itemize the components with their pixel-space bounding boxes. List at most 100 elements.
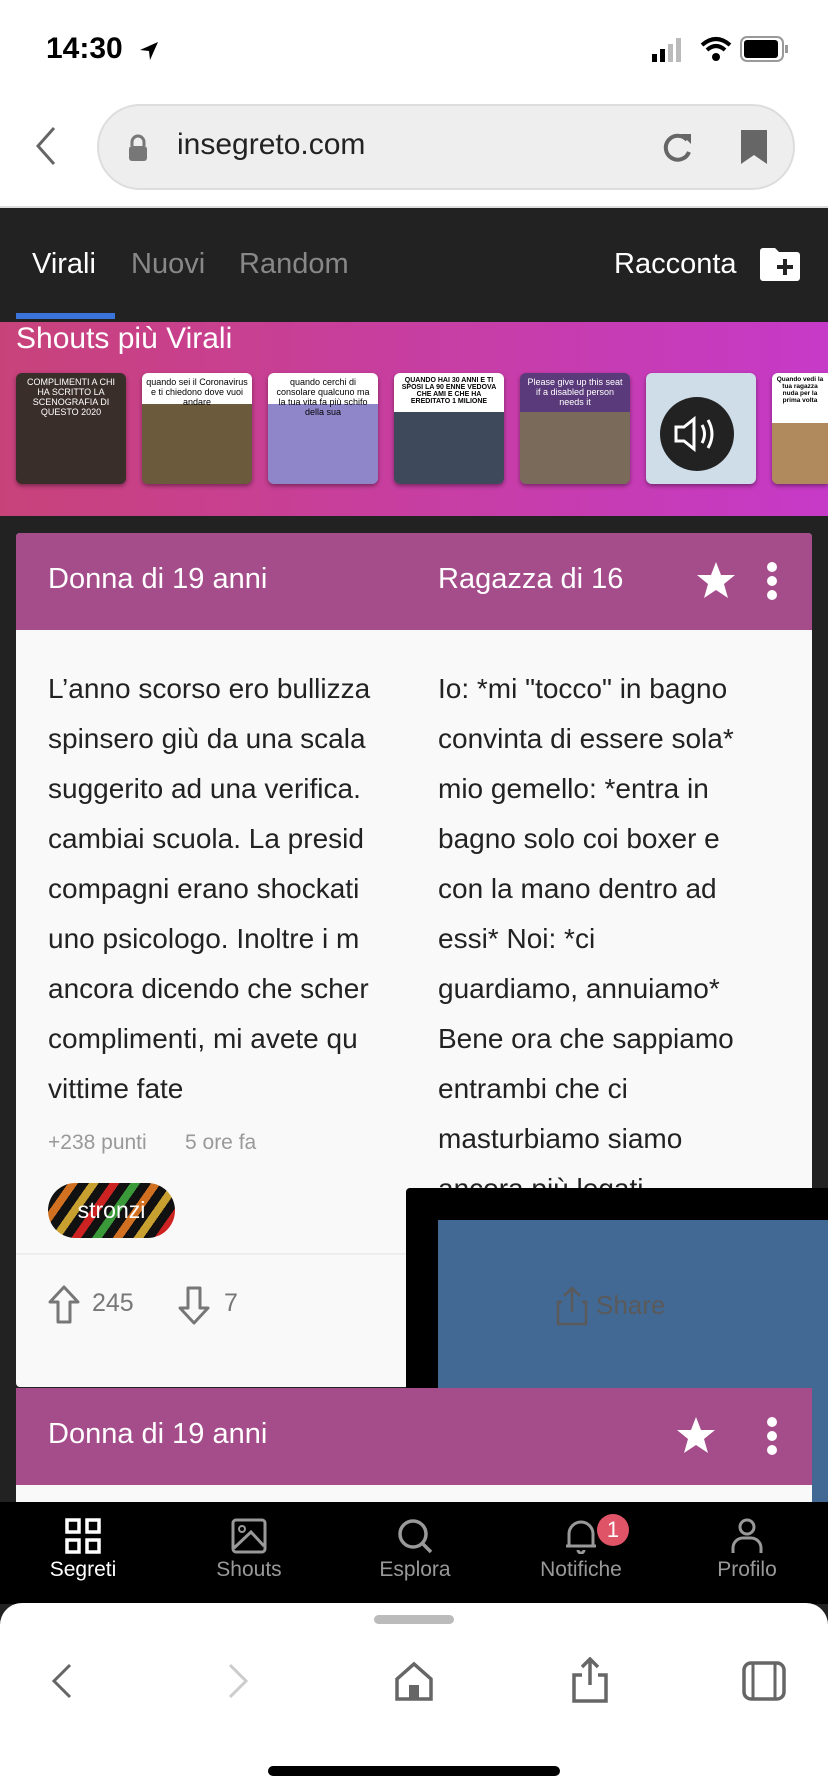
- text-line: convinta di essere sola*: [438, 723, 734, 754]
- status-time: 14:30: [46, 32, 123, 65]
- text-line: compagni erano shockati: [48, 873, 360, 904]
- text-line: essi* Noi: *ci: [438, 923, 596, 954]
- shout-thumbnail[interactable]: COMPLIMENTI A CHI HA SCRITTO LA SCENOGRA…: [16, 373, 126, 484]
- text-line: guardiamo, annuiamo*: [438, 973, 720, 1004]
- text-line: spinsero giù da una scala: [48, 723, 366, 754]
- reload-icon[interactable]: [659, 130, 695, 166]
- card-header: Donna di 19 anni Ragazza di 16: [16, 533, 812, 630]
- url-text: insegreto.com: [177, 128, 366, 161]
- home-icon[interactable]: [394, 1661, 434, 1701]
- url-bar[interactable]: insegreto.com: [97, 104, 795, 190]
- text-line: L’anno scorso ero bullizza: [48, 673, 371, 704]
- section-title: Shouts più Virali: [16, 322, 233, 355]
- downvote-count: 7: [224, 1289, 238, 1317]
- shout-thumbnail[interactable]: QUANDO HAI 30 ANNI E TI SPOSI LA 90 ENNE…: [394, 373, 504, 484]
- text-line: cambiai scuola. La presid: [48, 823, 364, 854]
- shout-thumbnail[interactable]: Please give up this seat if a disabled p…: [520, 373, 630, 484]
- back-icon[interactable]: [50, 1663, 74, 1699]
- share-panel-edge: [812, 1388, 828, 1502]
- search-icon: [398, 1519, 433, 1554]
- nav-label: Esplora: [379, 1558, 451, 1581]
- star-icon[interactable]: [696, 561, 736, 599]
- lock-icon: [129, 134, 147, 161]
- browser-url-area: insegreto.com: [0, 100, 828, 208]
- location-arrow-icon: [140, 42, 158, 60]
- video-overlay: Share: [406, 1188, 828, 1530]
- shout-thumbnail[interactable]: [646, 373, 756, 484]
- shout-thumbnail[interactable]: quando sei il Coronavirus e ti chiedono …: [142, 373, 252, 484]
- nav-segreti[interactable]: Segreti: [0, 1502, 166, 1604]
- text-line: mio gemello: *entra in: [438, 773, 709, 804]
- divider: [16, 1253, 406, 1255]
- tab-virali[interactable]: Virali: [32, 248, 96, 281]
- text-line: suggerito ad una verifica.: [48, 773, 361, 804]
- nav-esplora[interactable]: Esplora: [332, 1502, 498, 1604]
- tag-badge[interactable]: stronzi: [48, 1183, 175, 1238]
- thumbnail-caption: COMPLIMENTI A CHI HA SCRITTO LA SCENOGRA…: [26, 377, 115, 417]
- active-tab-indicator: [16, 313, 115, 319]
- card-author: Ragazza di 16: [438, 563, 624, 595]
- downvote-icon[interactable]: [178, 1285, 210, 1325]
- more-options-icon[interactable]: [766, 1416, 778, 1456]
- upvote-icon[interactable]: [48, 1285, 80, 1325]
- wifi-icon: [700, 37, 732, 61]
- browser-back-icon[interactable]: [34, 126, 58, 166]
- bottom-nav: Segreti Shouts Esplora Notifiche 1 Profi…: [0, 1502, 828, 1604]
- thumbnail-caption: quando sei il Coronavirus e ti chiedono …: [146, 377, 248, 407]
- battery-icon: [740, 36, 788, 62]
- text-line: uno psicologo. Inoltre i m: [48, 923, 360, 954]
- nav-shouts[interactable]: Shouts: [166, 1502, 332, 1604]
- text-line: complimenti, mi avete qu: [48, 1023, 358, 1054]
- text-line: con la mano dentro ad: [438, 873, 717, 904]
- text-line: Io: *mi "tocco" in bagno: [438, 673, 728, 704]
- home-indicator: [268, 1766, 560, 1776]
- nav-profilo[interactable]: Profilo: [664, 1502, 828, 1604]
- more-options-icon[interactable]: [766, 561, 778, 601]
- browser-toolbar: [0, 1603, 828, 1792]
- racconta-button[interactable]: Racconta: [614, 248, 737, 281]
- share-label[interactable]: Share: [596, 1290, 665, 1321]
- forward-icon[interactable]: [226, 1663, 250, 1699]
- tab-random[interactable]: Random: [239, 248, 349, 281]
- nav-label: Shouts: [216, 1558, 282, 1581]
- shout-thumbnail[interactable]: quando cerchi di consolare qualcuno ma l…: [268, 373, 378, 484]
- nav-label: Profilo: [717, 1558, 777, 1581]
- notification-badge: 1: [597, 1514, 629, 1546]
- user-icon: [731, 1518, 763, 1553]
- thumbnail-caption: Please give up this seat if a disabled p…: [527, 377, 623, 407]
- signal-icon: [652, 38, 681, 62]
- share-icon[interactable]: [570, 1657, 610, 1703]
- speaker-icon[interactable]: [660, 397, 734, 471]
- card-author: Donna di 19 anni: [48, 1418, 268, 1450]
- bell-icon: [566, 1520, 596, 1554]
- viral-shouts-section: Shouts più Virali COMPLIMENTI A CHI HA S…: [0, 322, 828, 516]
- tab-nuovi[interactable]: Nuovi: [131, 248, 205, 281]
- text-line: Bene ora che sappiamo: [438, 1023, 734, 1054]
- image-icon: [231, 1518, 267, 1554]
- post-time: 5 ore fa: [185, 1131, 257, 1154]
- site-header: Virali Nuovi Random Racconta: [0, 208, 828, 322]
- star-icon[interactable]: [676, 1416, 716, 1454]
- text-line: bagno solo coi boxer e: [438, 823, 720, 854]
- nav-notifiche[interactable]: Notifiche 1: [498, 1502, 664, 1604]
- tabs-icon[interactable]: [742, 1661, 786, 1701]
- bookmark-icon[interactable]: [739, 128, 769, 166]
- drag-handle[interactable]: [374, 1615, 454, 1624]
- secret-card: Donna di 19 anni: [16, 1388, 812, 1502]
- card-author: Donna di 19 anni: [48, 563, 268, 595]
- text-line: ancora più legati: [438, 1164, 808, 1188]
- share-icon[interactable]: [556, 1286, 588, 1326]
- new-post-icon[interactable]: [759, 246, 801, 282]
- thumbnail-caption: Quando vedi la tua ragazza nuda per la p…: [776, 376, 824, 404]
- grid-icon: [65, 1518, 101, 1554]
- text-line: masturbiamo siamo: [438, 1123, 683, 1154]
- thumbnail-caption: quando cerchi di consolare qualcuno ma l…: [276, 377, 370, 417]
- post-text: L’anno scorso ero bullizza spinsero giù …: [48, 664, 406, 1114]
- card-header: Donna di 19 anni: [16, 1388, 812, 1485]
- nav-label: Segreti: [49, 1558, 117, 1581]
- shout-thumbnail[interactable]: Quando vedi la tua ragazza nuda per la p…: [772, 373, 828, 484]
- text-line: ancora dicendo che scher: [48, 973, 369, 1004]
- text-line: entrambi che ci: [438, 1073, 628, 1104]
- text-line: vittime fate: [48, 1073, 184, 1104]
- post-text: Io: *mi "tocco" in bagno convinta di ess…: [438, 664, 808, 1188]
